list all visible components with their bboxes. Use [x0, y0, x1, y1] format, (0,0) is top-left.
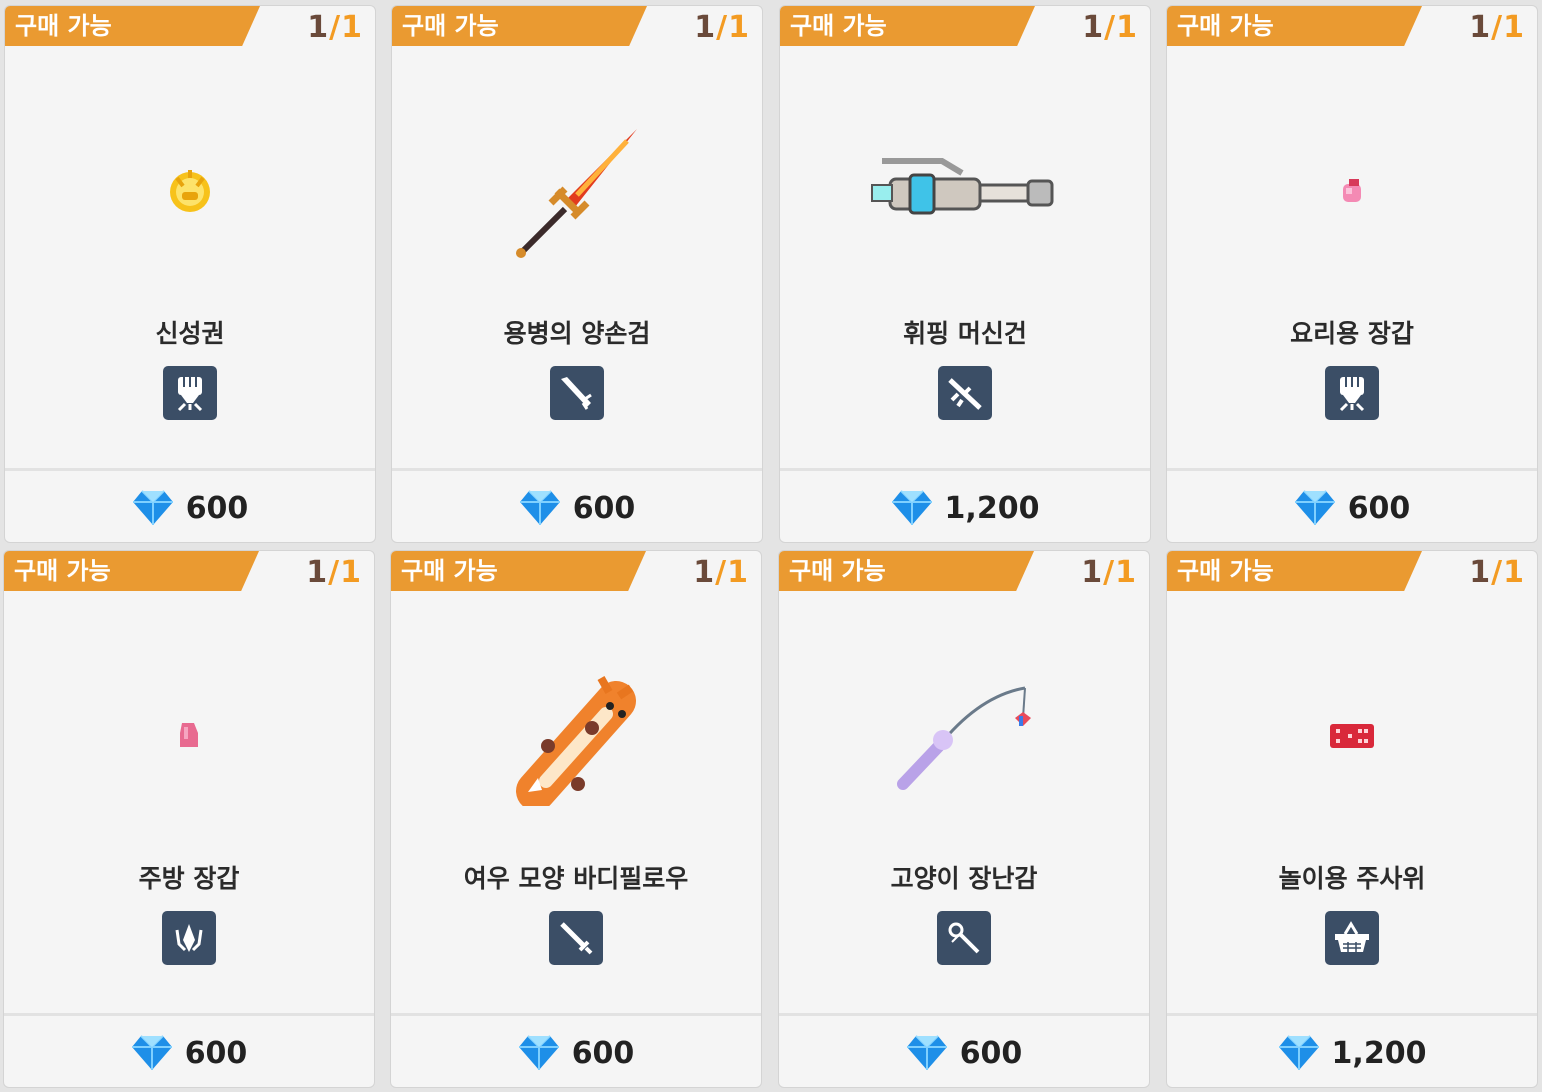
- item-image-pink-glove: [1167, 66, 1537, 316]
- item-name: 신성권: [155, 319, 225, 348]
- price: 1,200: [1167, 1017, 1537, 1087]
- divider: [5, 468, 375, 471]
- shop-card-holy-fist[interactable]: 구매 가능 1/1 신성권 600: [4, 5, 376, 543]
- sword-icon: [549, 911, 603, 965]
- divider: [4, 1013, 374, 1016]
- price-value: 600: [571, 1035, 635, 1071]
- purchasable-badge: 구매 가능: [1167, 6, 1422, 46]
- stock-counter: 1/1: [694, 10, 750, 45]
- price-value: 1,200: [944, 490, 1040, 526]
- price-value: 1,200: [1331, 1035, 1427, 1071]
- shop-card-pink-mitten[interactable]: 구매 가능 1/1 주방 장갑 600: [3, 550, 375, 1088]
- shop-card-pink-glove[interactable]: 구매 가능 1/1 요리용 장갑 600: [1166, 5, 1538, 543]
- item-image-cat-toy: [779, 611, 1149, 861]
- fist-icon: [1325, 366, 1379, 420]
- shop-card-machine-gun[interactable]: 구매 가능 1/1 휘핑 머신건 1,200: [779, 5, 1151, 543]
- item-image-fox-pillow: [391, 611, 761, 861]
- price-value: 600: [184, 1035, 248, 1071]
- staff-icon: [937, 911, 991, 965]
- gem-icon: [518, 1035, 559, 1070]
- price: 600: [392, 472, 762, 542]
- price: 600: [5, 472, 375, 542]
- item-image-machine-gun: [780, 66, 1150, 316]
- shop-card-fox-pillow[interactable]: 구매 가능 1/1 여우 모양 바디필로우 600: [390, 550, 762, 1088]
- item-image-flame-sword: [392, 66, 762, 316]
- purchasable-badge: 구매 가능: [392, 6, 647, 46]
- item-name: 용병의 양손검: [503, 319, 651, 348]
- stock-counter: 1/1: [1081, 555, 1137, 590]
- price: 600: [779, 1017, 1149, 1087]
- gem-icon: [891, 490, 932, 525]
- divider: [1167, 468, 1537, 471]
- stock-counter: 1/1: [307, 10, 363, 45]
- divider: [392, 468, 762, 471]
- item-image-pink-mitten: [4, 611, 374, 861]
- purchasable-badge: 구매 가능: [5, 6, 260, 46]
- item-name: 고양이 장난감: [890, 864, 1038, 893]
- price-value: 600: [1347, 490, 1411, 526]
- gem-icon: [132, 490, 173, 525]
- purchasable-badge: 구매 가능: [780, 6, 1035, 46]
- shop-card-flame-sword[interactable]: 구매 가능 1/1 용병의 양손검 600: [391, 5, 763, 543]
- price: 600: [1167, 472, 1537, 542]
- divider: [1167, 1013, 1537, 1016]
- item-name: 여우 모양 바디필로우: [463, 864, 689, 893]
- purchasable-badge: 구매 가능: [779, 551, 1034, 591]
- item-image-red-dice: [1167, 611, 1537, 861]
- stock-counter: 1/1: [306, 555, 362, 590]
- gem-icon: [1278, 1035, 1319, 1070]
- item-name: 놀이용 주사위: [1278, 864, 1426, 893]
- stock-counter: 1/1: [1469, 555, 1525, 590]
- item-name: 요리용 장갑: [1290, 319, 1414, 348]
- basket-icon: [1325, 911, 1379, 965]
- fist-icon: [163, 366, 217, 420]
- gem-icon: [131, 1035, 172, 1070]
- purchasable-badge: 구매 가능: [1167, 551, 1422, 591]
- claw-icon: [162, 911, 216, 965]
- shop-grid: 구매 가능 1/1 신성권 600 구매 가능 1/1 용병의 양손검 600: [0, 0, 1542, 1092]
- shop-card-cat-toy[interactable]: 구매 가능 1/1 고양이 장난감 600: [778, 550, 1150, 1088]
- shop-card-red-dice[interactable]: 구매 가능 1/1 놀이용 주사위 1,200: [1166, 550, 1538, 1088]
- purchasable-badge: 구매 가능: [4, 551, 259, 591]
- stock-counter: 1/1: [1469, 10, 1525, 45]
- price-value: 600: [185, 490, 249, 526]
- item-image-holy-fist: [5, 66, 375, 316]
- divider: [780, 468, 1150, 471]
- greatsword-icon: [550, 366, 604, 420]
- stock-counter: 1/1: [1082, 10, 1138, 45]
- price-value: 600: [572, 490, 636, 526]
- price: 600: [4, 1017, 374, 1087]
- price-value: 600: [959, 1035, 1023, 1071]
- price: 600: [391, 1017, 761, 1087]
- divider: [391, 1013, 761, 1016]
- item-name: 주방 장갑: [138, 864, 240, 893]
- gem-icon: [906, 1035, 947, 1070]
- divider: [779, 1013, 1149, 1016]
- rifle-icon: [938, 366, 992, 420]
- gem-icon: [519, 490, 560, 525]
- purchasable-badge: 구매 가능: [391, 551, 646, 591]
- gem-icon: [1294, 490, 1335, 525]
- price: 1,200: [780, 472, 1150, 542]
- stock-counter: 1/1: [693, 555, 749, 590]
- item-name: 휘핑 머신건: [903, 319, 1027, 348]
